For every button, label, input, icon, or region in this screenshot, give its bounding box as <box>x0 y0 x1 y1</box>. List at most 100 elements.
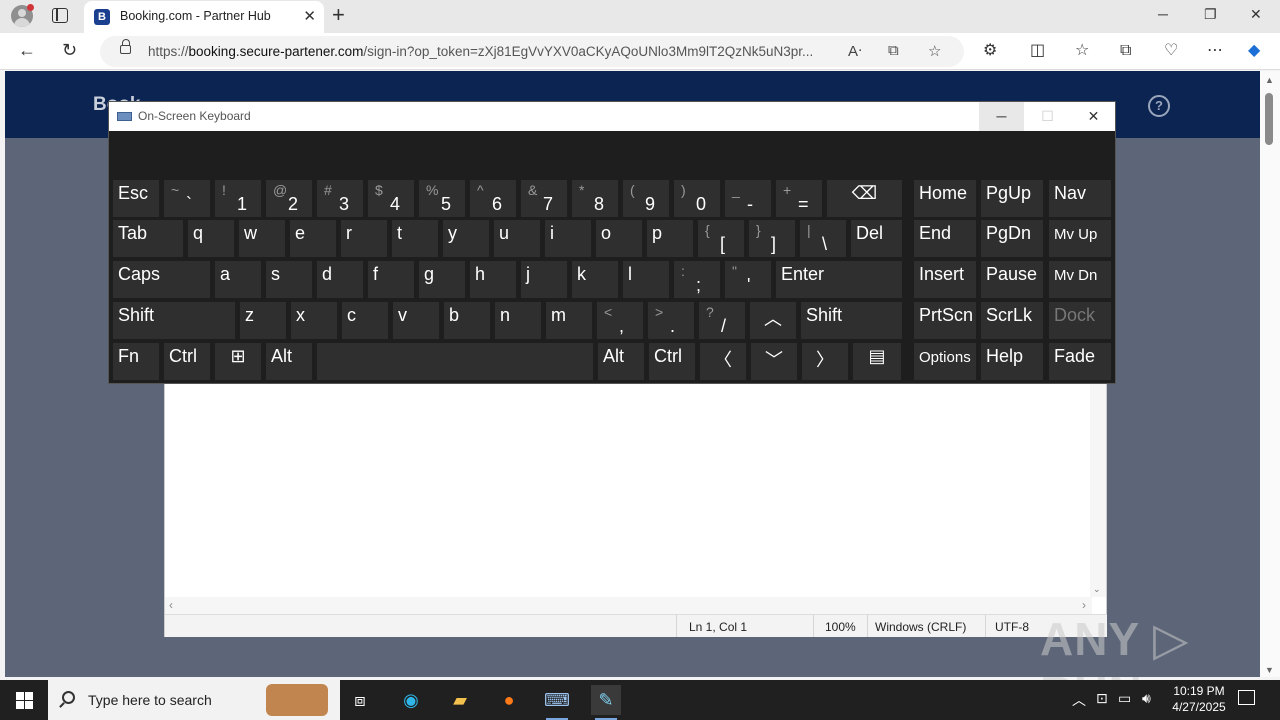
refresh-icon[interactable]: ↻ <box>62 40 77 60</box>
key-1[interactable]: ! 1 <box>215 180 261 217</box>
key-3[interactable]: #3 <box>317 180 363 217</box>
new-tab-icon[interactable]: + <box>332 4 345 26</box>
taskbar-clock[interactable]: 10:19 PM 4/27/2025 <box>1164 683 1234 715</box>
key-a[interactable]: a <box>215 261 261 298</box>
key-quote[interactable]: " ' <box>725 261 771 298</box>
notepad-window[interactable]: ⌄ ‹ › Ln 1, Col 1 100% Windows (CRLF) UT… <box>164 384 1107 637</box>
network-icon[interactable]: ▭ <box>1118 690 1131 707</box>
key-equals[interactable]: + = <box>776 180 822 217</box>
key-v[interactable]: v <box>393 302 439 339</box>
key-4[interactable]: $4 <box>368 180 414 217</box>
key-fade[interactable]: Fade <box>1049 343 1111 380</box>
key-period[interactable]: >. <box>648 302 694 339</box>
key-6[interactable]: ^ 6 <box>470 180 516 217</box>
window-close-icon[interactable]: ✕ <box>1250 6 1262 23</box>
key-tab[interactable]: Tab <box>113 220 183 257</box>
tab-actions-icon[interactable] <box>52 8 68 23</box>
key-t[interactable]: t <box>392 220 438 257</box>
copilot-icon[interactable]: ◆ <box>1248 42 1260 60</box>
key-g[interactable]: g <box>419 261 465 298</box>
osk-taskbar-icon[interactable]: ⌨ <box>542 685 572 720</box>
key-comma[interactable]: <, <box>597 302 643 339</box>
key-m[interactable]: m <box>546 302 592 339</box>
key-fn[interactable]: Fn <box>113 343 159 380</box>
key-pgup[interactable]: PgUp <box>981 180 1043 217</box>
app-available-icon[interactable]: ⧉ <box>888 42 899 59</box>
key-o[interactable]: o <box>596 220 642 257</box>
extensions-icon[interactable]: ⚙ <box>983 42 997 60</box>
help-icon[interactable]: ? <box>1148 95 1170 117</box>
key-backslash[interactable]: | \ <box>800 220 846 257</box>
key-5[interactable]: % 5 <box>419 180 465 217</box>
key-s[interactable]: s <box>266 261 312 298</box>
key-mvdn[interactable]: Mv Dn <box>1049 261 1111 298</box>
osk-minimize-icon[interactable]: ─ <box>979 102 1024 131</box>
key-p[interactable]: p <box>647 220 693 257</box>
scroll-thumb[interactable] <box>1265 93 1273 145</box>
key-space[interactable] <box>317 343 593 380</box>
key-y[interactable]: y <box>443 220 489 257</box>
key-downarrow[interactable]: ﹀ <box>751 343 797 380</box>
key-c[interactable]: c <box>342 302 388 339</box>
address-bar[interactable]: https://booking.secure-partener.com/sign… <box>100 36 964 67</box>
notepad-horizontal-scrollbar[interactable]: ‹ › <box>165 597 1092 614</box>
key-del[interactable]: Del <box>851 220 902 257</box>
key-z[interactable]: z <box>240 302 286 339</box>
key-end[interactable]: End <box>914 220 976 257</box>
key-n[interactable]: n <box>495 302 541 339</box>
key-x[interactable]: x <box>291 302 337 339</box>
key-enter[interactable]: Enter <box>776 261 902 298</box>
taskbar-search[interactable]: Type here to search <box>48 680 340 720</box>
start-windows-icon[interactable] <box>16 692 33 709</box>
key-home[interactable]: Home <box>914 180 976 217</box>
collections-icon[interactable]: ⧉ <box>1120 42 1131 60</box>
key-r[interactable]: r <box>341 220 387 257</box>
notepad-scroll-right-icon[interactable]: › <box>1082 598 1086 612</box>
window-minimize-icon[interactable]: ─ <box>1158 6 1168 22</box>
key-f[interactable]: f <box>368 261 414 298</box>
key-caps[interactable]: Caps <box>113 261 210 298</box>
key-backspace[interactable]: ⌫ <box>827 180 902 217</box>
key-lshift[interactable]: Shift <box>113 302 235 339</box>
key-pgdn[interactable]: PgDn <box>981 220 1043 257</box>
key-backtick[interactable]: ~ ` <box>164 180 210 217</box>
volume-icon[interactable]: 🔊︎ <box>1142 690 1151 707</box>
edge-icon[interactable]: ◉ <box>396 685 426 715</box>
key-slash[interactable]: ? / <box>699 302 745 339</box>
key-w[interactable]: w <box>239 220 285 257</box>
osk-close-icon[interactable]: ✕ <box>1071 102 1116 131</box>
window-restore-icon[interactable]: ❐ <box>1204 6 1217 23</box>
key-7[interactable]: & 7 <box>521 180 567 217</box>
key-9[interactable]: (9 <box>623 180 669 217</box>
tray-device-icon[interactable]: ⊡ <box>1096 690 1108 707</box>
page-scrollbar[interactable]: ▲ ▼ <box>1260 71 1280 677</box>
file-explorer-icon[interactable]: ▰ <box>445 685 475 715</box>
split-screen-icon[interactable]: ◫ <box>1030 42 1045 60</box>
osk-titlebar[interactable]: On-Screen Keyboard ─ ☐ ✕ <box>109 102 1115 131</box>
key-semicolon[interactable]: :; <box>674 261 720 298</box>
key-rshift[interactable]: Shift <box>801 302 902 339</box>
key-i[interactable]: i <box>545 220 591 257</box>
scroll-up-icon[interactable]: ▲ <box>1265 75 1274 85</box>
task-view-icon[interactable]: ⧈ <box>345 685 375 715</box>
key-rctrl[interactable]: Ctrl <box>649 343 695 380</box>
tab-booking[interactable]: B Booking.com - Partner Hub ✕ <box>84 1 324 33</box>
key-minus[interactable]: _ - <box>725 180 771 217</box>
key-ralt[interactable]: Alt <box>598 343 644 380</box>
url-text[interactable]: https://booking.secure-partener.com/sign… <box>148 44 838 59</box>
lock-icon[interactable] <box>120 39 131 54</box>
key-esc[interactable]: Esc <box>113 180 159 217</box>
key-q[interactable]: q <box>188 220 234 257</box>
key-0[interactable]: ) 0 <box>674 180 720 217</box>
key-help[interactable]: Help <box>981 343 1043 380</box>
favorites-icon[interactable]: ☆ <box>1075 42 1089 60</box>
key-h[interactable]: h <box>470 261 516 298</box>
notepad-vertical-scrollbar[interactable]: ⌄ <box>1090 384 1106 597</box>
key-2[interactable]: @2 <box>266 180 312 217</box>
key-e[interactable]: e <box>290 220 336 257</box>
key-lbracket[interactable]: {[ <box>698 220 744 257</box>
notification-center-icon[interactable] <box>1238 690 1255 705</box>
key-insert[interactable]: Insert <box>914 261 976 298</box>
key-nav[interactable]: Nav <box>1049 180 1111 217</box>
key-options[interactable]: Options <box>914 343 976 380</box>
